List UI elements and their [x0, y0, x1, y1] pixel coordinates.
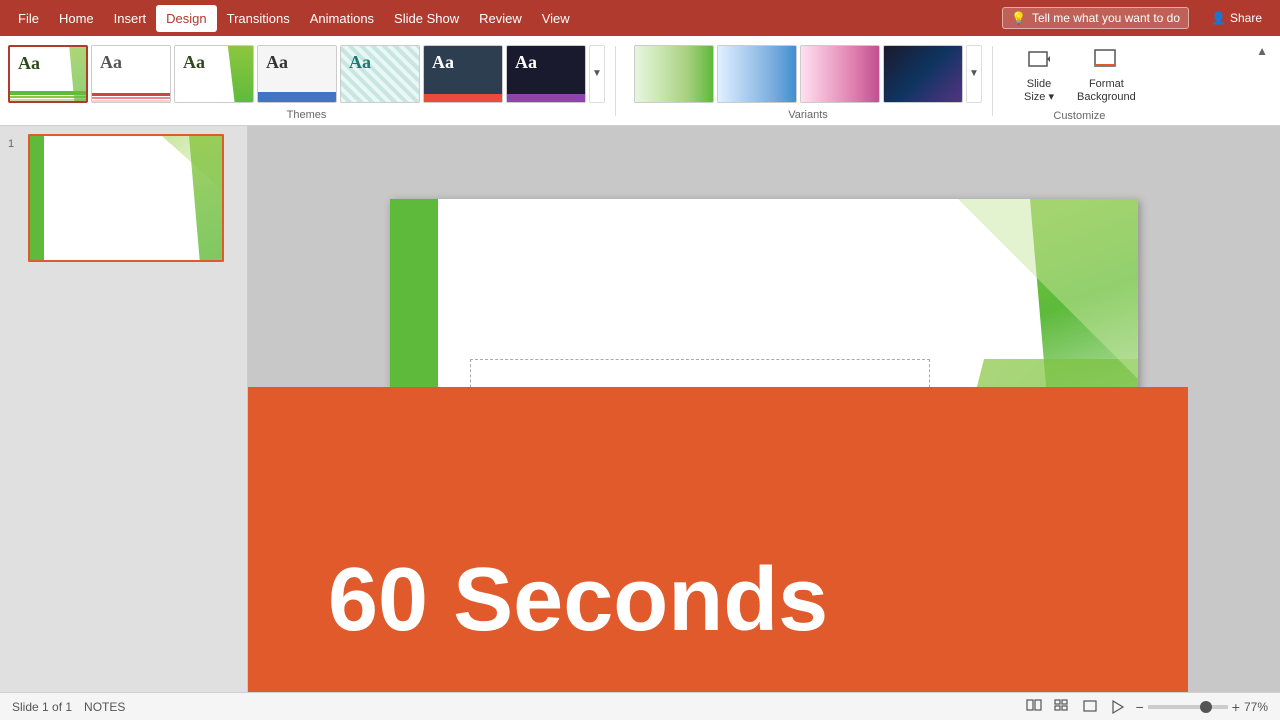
menu-transitions[interactable]: Transitions: [217, 5, 300, 32]
theme-3[interactable]: Aa: [174, 45, 254, 103]
canvas-area: Click to add title subtitle 60 Seconds: [248, 126, 1280, 692]
theme-7[interactable]: Aa: [506, 45, 586, 103]
theme-5[interactable]: Aa: [340, 45, 420, 103]
menu-bar: File Home Insert Design Transitions Anim…: [0, 0, 1280, 36]
slide-size-icon: [1023, 44, 1055, 76]
zoom-level[interactable]: 77%: [1244, 700, 1268, 714]
customize-label: Customize: [1053, 110, 1105, 122]
variants-label: Variants: [634, 109, 982, 121]
menu-design[interactable]: Design: [156, 5, 216, 32]
variant-4[interactable]: [883, 45, 963, 103]
zoom-control: − + 77%: [1136, 699, 1268, 715]
variant-2[interactable]: [717, 45, 797, 103]
theme-2[interactable]: Aa: [91, 45, 171, 103]
menu-insert[interactable]: Insert: [104, 5, 157, 32]
orange-overlay: 60 Seconds: [248, 387, 1188, 692]
zoom-thumb: [1200, 701, 1212, 713]
share-label: Share: [1230, 11, 1262, 25]
customize-buttons: SlideSize ▾ FormatBackground: [1015, 40, 1144, 108]
menu-animations[interactable]: Animations: [300, 5, 384, 32]
customize-section: SlideSize ▾ FormatBackground Customize: [1015, 36, 1144, 125]
slide-item-1[interactable]: 1: [8, 134, 239, 262]
status-bar: Slide 1 of 1 NOTES − + 77%: [0, 692, 1280, 720]
theme-4[interactable]: Aa: [257, 45, 337, 103]
main-area: 1 Click to add title subti: [0, 126, 1280, 692]
slide-size-button[interactable]: SlideSize ▾: [1015, 40, 1063, 108]
variants-scroll-down[interactable]: ▼: [966, 45, 982, 103]
format-background-button[interactable]: FormatBackground: [1069, 40, 1144, 108]
person-icon: 👤: [1211, 11, 1226, 25]
search-box[interactable]: 💡 Tell me what you want to do: [1002, 7, 1189, 29]
zoom-in-icon[interactable]: +: [1232, 699, 1240, 715]
slideshow-icon[interactable]: [1108, 697, 1128, 717]
notes-label[interactable]: NOTES: [84, 700, 125, 714]
canvas-corner-shape: [958, 199, 1138, 379]
share-button[interactable]: 👤 Share: [1201, 7, 1272, 29]
themes-scroll-down[interactable]: ▼: [589, 45, 605, 103]
menu-home[interactable]: Home: [49, 5, 104, 32]
menu-slideshow[interactable]: Slide Show: [384, 5, 469, 32]
menu-file[interactable]: File: [8, 5, 49, 32]
themes-label: Themes: [8, 109, 605, 121]
variants-section: ▼ Variants: [634, 36, 982, 125]
menu-review[interactable]: Review: [469, 5, 532, 32]
status-left: Slide 1 of 1 NOTES: [12, 700, 125, 714]
normal-view-icon[interactable]: [1024, 697, 1044, 717]
reading-view-icon[interactable]: [1080, 697, 1100, 717]
format-background-icon: [1090, 44, 1122, 76]
zoom-slider[interactable]: [1148, 705, 1228, 709]
slide-number: 1: [8, 138, 22, 150]
ribbon: Aa Aa Aa: [0, 36, 1280, 126]
zoom-out-icon[interactable]: −: [1136, 699, 1144, 715]
slide-info: Slide 1 of 1: [12, 700, 72, 714]
status-right: − + 77%: [1024, 697, 1268, 717]
search-label[interactable]: Tell me what you want to do: [1032, 11, 1180, 25]
slide-sorter-icon[interactable]: [1052, 697, 1072, 717]
slide-size-label: SlideSize ▾: [1024, 78, 1054, 104]
variant-3[interactable]: [800, 45, 880, 103]
ribbon-collapse-button[interactable]: ▲: [1252, 42, 1272, 60]
variants-row: ▼: [634, 40, 982, 107]
theme-1[interactable]: Aa: [8, 45, 88, 103]
format-background-label: FormatBackground: [1077, 78, 1136, 104]
variant-1[interactable]: [634, 45, 714, 103]
slide-thumbnail[interactable]: [28, 134, 224, 262]
themes-section: Aa Aa Aa: [8, 36, 605, 125]
overlay-text: 60 Seconds: [328, 549, 828, 652]
themes-row: Aa Aa Aa: [8, 40, 605, 107]
lightbulb-icon: 💡: [1011, 11, 1026, 25]
theme-6[interactable]: Aa: [423, 45, 503, 103]
menu-view[interactable]: View: [532, 5, 580, 32]
slide-panel: 1: [0, 126, 248, 692]
